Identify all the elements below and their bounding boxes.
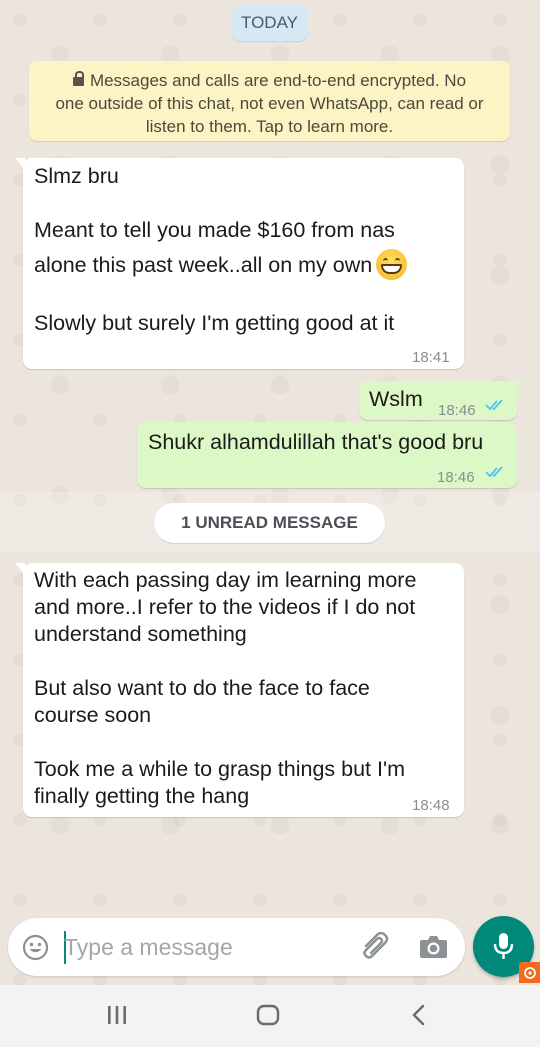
date-label: TODAY bbox=[232, 5, 307, 41]
message-text: Wslm bbox=[369, 387, 423, 411]
encryption-line-3: listen to them. Tap to learn more. bbox=[145, 117, 394, 136]
message-text-with-emoji: alone this past week..all on my own bbox=[34, 249, 408, 282]
encryption-line-2: one outside of this chat, not even Whats… bbox=[55, 94, 484, 113]
overlay-badge-icon[interactable] bbox=[519, 962, 540, 983]
message-text: understand something bbox=[34, 622, 247, 646]
message-text: Slowly but surely I'm getting good at it bbox=[34, 311, 395, 335]
back-icon[interactable] bbox=[410, 1004, 428, 1026]
paperclip-icon[interactable] bbox=[360, 932, 392, 962]
recents-icon[interactable] bbox=[106, 1005, 128, 1025]
message-text: With each passing day im learning more bbox=[34, 568, 417, 592]
message-text: Shukr alhamdulillah that's good bru bbox=[148, 430, 484, 454]
message-text: and more..I refer to the videos if I do … bbox=[34, 595, 416, 619]
message-text: Meant to tell you made $160 from nas bbox=[34, 218, 395, 242]
message-time: 18:46 bbox=[438, 402, 476, 419]
read-receipt-icon bbox=[485, 399, 503, 411]
read-receipt-icon bbox=[485, 466, 503, 478]
smiley-icon[interactable] bbox=[22, 934, 49, 961]
message-bubble-incoming[interactable]: With each passing day im learning more a… bbox=[15, 563, 464, 817]
message-text: But also want to do the face to face bbox=[34, 676, 370, 700]
message-composer[interactable]: Type a message bbox=[8, 918, 465, 976]
message-text: Slmz bru bbox=[34, 164, 119, 188]
home-icon[interactable] bbox=[256, 1004, 280, 1026]
lock-icon bbox=[72, 71, 84, 86]
unread-messages-label: 1 UNREAD MESSAGE bbox=[154, 503, 385, 543]
message-input[interactable]: Type a message bbox=[64, 934, 233, 961]
microphone-icon bbox=[493, 933, 514, 959]
message-text: Took me a while to grasp things but I'm bbox=[34, 757, 405, 781]
message-text: finally getting the hang bbox=[34, 784, 250, 808]
message-time: 18:41 bbox=[412, 349, 450, 366]
message-time: 18:46 bbox=[437, 469, 475, 486]
encryption-line-1: Messages and calls are end-to-end encryp… bbox=[43, 69, 496, 92]
message-bubble-outgoing[interactable]: Shukr alhamdulillah that's good bru 18:4… bbox=[137, 422, 517, 488]
message-bubble-outgoing[interactable]: Wslm 18:46 bbox=[359, 381, 525, 420]
system-navigation-bar bbox=[0, 985, 540, 1047]
encryption-notice[interactable]: Messages and calls are end-to-end encryp… bbox=[29, 61, 510, 141]
grinning-face-emoji bbox=[376, 249, 408, 280]
message-time: 18:48 bbox=[412, 797, 450, 814]
camera-icon[interactable] bbox=[419, 933, 448, 959]
message-bubble-incoming[interactable]: Slmz bru Meant to tell you made $160 fro… bbox=[15, 158, 464, 369]
message-text: course soon bbox=[34, 703, 152, 727]
